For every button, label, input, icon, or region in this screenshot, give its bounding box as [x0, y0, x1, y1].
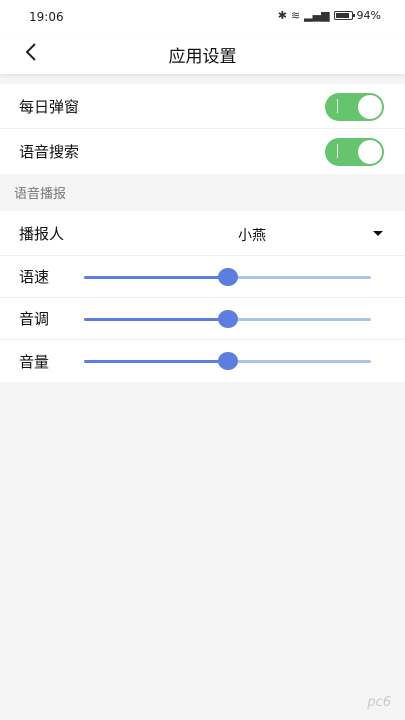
speaker-label: 播报人 — [19, 224, 65, 243]
status-bar: 19:06 ✱ ≋ ▂▄▆ 94% — [0, 0, 405, 34]
toggle-knob — [358, 140, 382, 164]
toggle-on-mark — [337, 99, 338, 113]
status-time: 19:06 — [29, 10, 64, 24]
slider-fill — [84, 360, 228, 363]
daily-popup-toggle[interactable] — [325, 93, 384, 121]
page-title: 应用设置 — [168, 47, 237, 67]
volume-row: 音量 — [0, 340, 405, 382]
status-icons: ✱ ≋ ▂▄▆ 94% — [278, 9, 381, 22]
speaker-value[interactable]: 小燕 — [238, 225, 266, 245]
watermark-logo: pc6 — [367, 695, 391, 710]
slider-thumb[interactable] — [217, 352, 238, 370]
speed-label: 语速 — [19, 268, 50, 286]
voice-search-toggle[interactable] — [325, 138, 384, 166]
slider-thumb[interactable] — [217, 310, 238, 328]
pitch-label: 音调 — [19, 310, 50, 328]
volume-label: 音量 — [19, 352, 50, 371]
dropdown-arrow-icon[interactable] — [373, 231, 383, 236]
voice-settings-group: 播报人 小燕 语速 音调 音量 — [0, 211, 405, 382]
volume-slider[interactable] — [84, 352, 371, 370]
speed-slider[interactable] — [84, 268, 371, 286]
daily-popup-row: 每日弹窗 — [0, 84, 405, 129]
wifi-icon: ≋ — [290, 9, 301, 22]
pitch-slider[interactable] — [84, 310, 371, 328]
voice-search-label: 语音搜索 — [19, 143, 80, 161]
app-header: 应用设置 — [0, 34, 405, 74]
battery-percent: 94% — [356, 9, 381, 22]
toggle-group: 每日弹窗 语音搜索 — [0, 84, 405, 174]
voice-search-row: 语音搜索 — [0, 129, 405, 174]
bluetooth-icon: ✱ — [277, 9, 287, 22]
slider-fill — [84, 276, 228, 279]
toggle-knob — [358, 95, 382, 119]
battery-icon — [333, 11, 355, 20]
speed-row: 语速 — [0, 256, 405, 298]
signal-icon: ▂▄▆ — [304, 9, 330, 22]
toggle-on-mark — [337, 144, 338, 158]
daily-popup-label: 每日弹窗 — [19, 97, 80, 116]
slider-fill — [84, 318, 228, 321]
speaker-row[interactable]: 播报人 小燕 — [0, 211, 405, 256]
voice-broadcast-section-title: 语音播报 — [0, 174, 405, 211]
slider-thumb[interactable] — [217, 268, 238, 286]
pitch-row: 音调 — [0, 298, 405, 340]
